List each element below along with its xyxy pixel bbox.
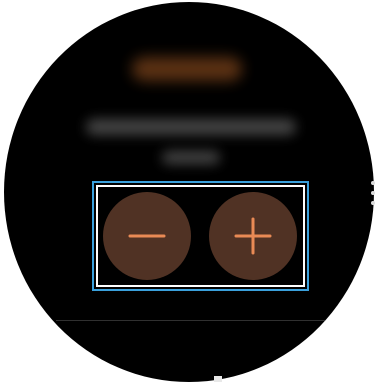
- page-indicator: [214, 376, 222, 382]
- increase-button[interactable]: [209, 192, 297, 280]
- bottom-divider: [56, 320, 326, 321]
- screenshot-stage: [0, 0, 379, 385]
- plus-icon: [234, 217, 272, 255]
- blurred-title: [132, 57, 242, 81]
- more-options-icon[interactable]: [368, 180, 378, 210]
- menu-dot: [371, 191, 375, 195]
- minus-icon: [128, 234, 166, 238]
- menu-dot: [371, 201, 375, 205]
- decrease-button[interactable]: [103, 192, 191, 280]
- menu-dot: [371, 181, 375, 185]
- blurred-description-line: [86, 119, 296, 135]
- blurred-description-line: [162, 151, 220, 164]
